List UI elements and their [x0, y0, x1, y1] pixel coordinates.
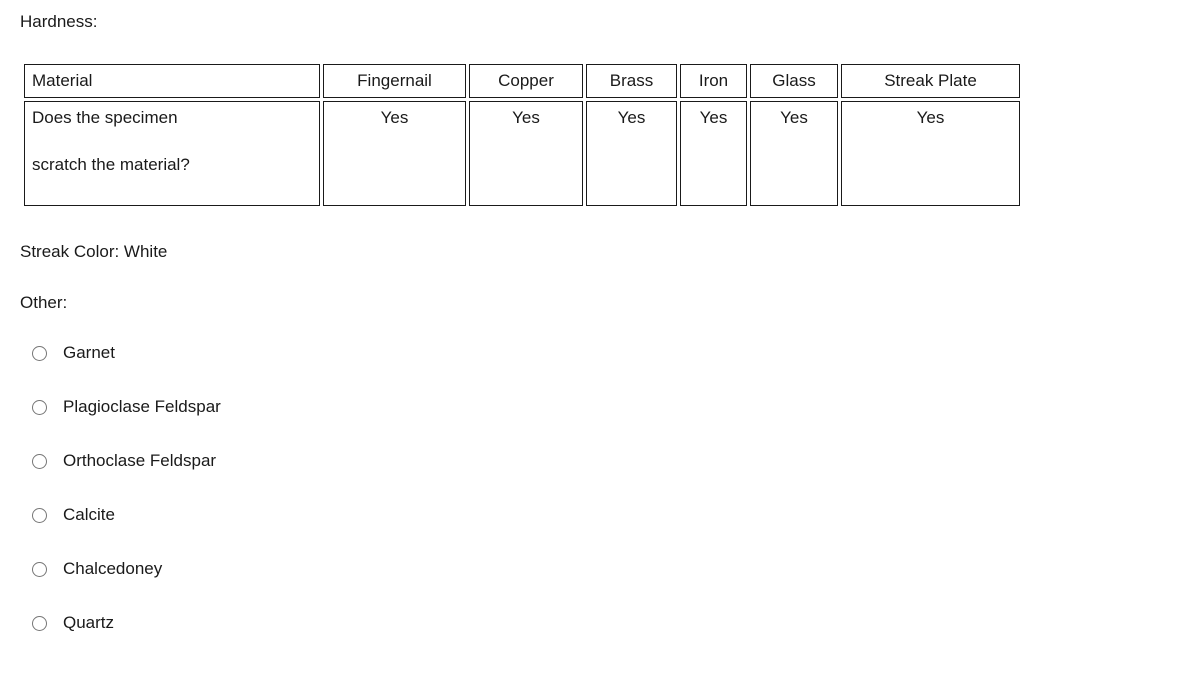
hardness-test-table: Material Fingernail Copper Brass Iron Gl…	[21, 61, 1023, 209]
radio-circle-icon[interactable]	[32, 507, 47, 523]
table-row: Does the specimen scratch the material? …	[24, 101, 1020, 206]
table-cell-glass-result: Yes	[750, 101, 838, 206]
radio-option-label: Chalcedoney	[63, 559, 163, 578]
streak-color-label: Streak Color: White	[20, 242, 168, 261]
radio-option-garnet[interactable]: Garnet	[20, 338, 560, 368]
table-header-iron: Iron	[680, 64, 747, 98]
radio-option-label: Garnet	[63, 343, 115, 362]
radio-option-quartz[interactable]: Quartz	[20, 608, 560, 638]
hardness-section-label: Hardness:	[20, 12, 98, 31]
radio-option-plagioclase-feldspar[interactable]: Plagioclase Feldspar	[20, 392, 560, 422]
radio-option-label: Quartz	[63, 613, 115, 632]
table-header-brass: Brass	[586, 64, 677, 98]
table-header-streak-plate: Streak Plate	[841, 64, 1020, 98]
table-cell-question: Does the specimen scratch the material?	[24, 101, 320, 206]
table-header-glass: Glass	[750, 64, 838, 98]
radio-option-calcite[interactable]: Calcite	[20, 500, 560, 530]
radio-circle-icon[interactable]	[32, 453, 47, 469]
table-cell-streak-plate-result: Yes	[841, 101, 1020, 206]
radio-circle-icon[interactable]	[32, 345, 47, 361]
radio-option-chalcedoney[interactable]: Chalcedoney	[20, 554, 560, 584]
mineral-radio-group: Garnet Plagioclase Feldspar Orthoclase F…	[20, 338, 560, 638]
table-header-fingernail: Fingernail	[323, 64, 466, 98]
radio-option-label: Plagioclase Feldspar	[63, 397, 221, 416]
table-header-row: Material Fingernail Copper Brass Iron Gl…	[24, 64, 1020, 98]
table-cell-brass-result: Yes	[586, 101, 677, 206]
table-cell-fingernail-result: Yes	[323, 101, 466, 206]
radio-circle-icon[interactable]	[32, 399, 47, 415]
radio-option-label: Orthoclase Feldspar	[63, 451, 217, 470]
radio-circle-icon[interactable]	[32, 561, 47, 577]
table-header-material: Material	[24, 64, 320, 98]
radio-option-label: Calcite	[63, 505, 115, 524]
other-section-label: Other:	[20, 293, 68, 312]
radio-option-orthoclase-feldspar[interactable]: Orthoclase Feldspar	[20, 446, 560, 476]
table-cell-iron-result: Yes	[680, 101, 747, 206]
question-line-1: Does the specimen	[32, 108, 178, 127]
question-line-2: scratch the material?	[32, 155, 190, 174]
radio-circle-icon[interactable]	[32, 615, 47, 631]
table-header-copper: Copper	[469, 64, 583, 98]
table-cell-copper-result: Yes	[469, 101, 583, 206]
